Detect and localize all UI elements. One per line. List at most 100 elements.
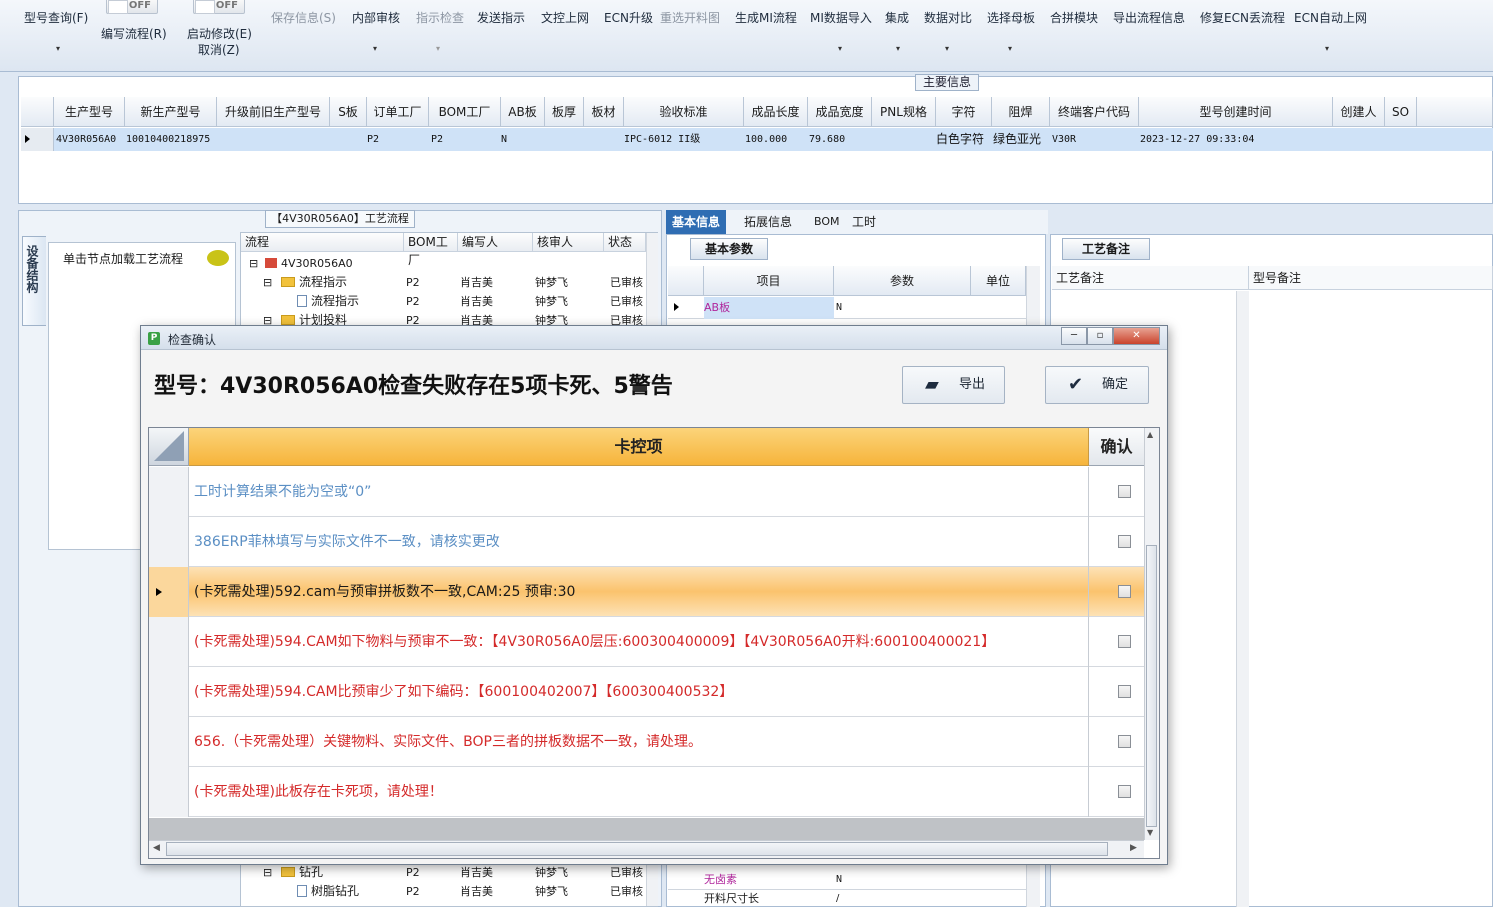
table-row[interactable]: 无卤素 N (668, 870, 1026, 890)
ecn-upgrade-button[interactable]: ECN升级 (604, 9, 653, 26)
col-creator[interactable]: 创建人 (1333, 97, 1385, 127)
notes-scrollbar[interactable] (1236, 291, 1249, 907)
row-header[interactable] (149, 717, 189, 767)
chevron-down-icon[interactable]: ▾ (436, 44, 440, 53)
minimize-button[interactable]: ─ (1061, 327, 1087, 345)
table-row[interactable]: 开料尺寸长 / (668, 890, 1026, 907)
col-width[interactable]: 成品宽度 (808, 97, 872, 127)
scroll-right-icon[interactable]: ▶ (1130, 843, 1137, 853)
grid-corner[interactable] (668, 266, 704, 296)
col-so[interactable]: SO (1385, 97, 1417, 127)
confirm-checkbox[interactable] (1118, 685, 1131, 698)
chevron-down-icon[interactable]: ▾ (1008, 44, 1012, 53)
confirm-button[interactable]: ✔ 确定 (1045, 366, 1149, 404)
col-pnl[interactable]: PNL规格 (872, 97, 936, 127)
integrate-button[interactable]: 集成 (885, 9, 909, 26)
col-customer[interactable]: 终端客户代码 (1050, 97, 1139, 127)
chevron-down-icon[interactable]: ▾ (838, 44, 842, 53)
data-compare-button[interactable]: 数据对比 (924, 9, 972, 26)
tree-col-flow[interactable]: 流程 (241, 233, 404, 252)
tree-col-bom[interactable]: BOM工厂 (404, 233, 458, 267)
col-check-item[interactable]: 卡控项 (189, 428, 1089, 466)
table-row[interactable]: (卡死需处理)594.CAM比预审少了如下编码：【600100402007】【6… (149, 667, 1144, 717)
table-row[interactable]: 386ERP菲林填写与实际文件不一致，请核实更改 (149, 517, 1144, 567)
chevron-down-icon[interactable]: ▾ (373, 44, 377, 53)
start-edit-toggle[interactable]: OFF (193, 0, 245, 14)
confirm-checkbox[interactable] (1118, 785, 1131, 798)
row-header[interactable] (149, 767, 189, 817)
tree-col-writer[interactable]: 编写人 (458, 233, 533, 252)
fix-ecn-lost-flow-button[interactable]: 修复ECN丢流程 (1200, 9, 1285, 26)
col-bom-factory[interactable]: BOM工厂 (429, 97, 501, 127)
col-char[interactable]: 字符 (936, 97, 992, 127)
table-row[interactable]: 工时计算结果不能为空或“0” (149, 467, 1144, 517)
col-item[interactable]: 项目 (704, 266, 834, 296)
tab-work-hours[interactable]: 工时 (846, 210, 882, 234)
row-header[interactable] (149, 467, 189, 517)
table-row[interactable]: AB板 N (668, 297, 1026, 319)
tree-col-reviewer[interactable]: 核审人 (533, 233, 604, 252)
col-solder[interactable]: 阻焊 (992, 97, 1050, 127)
col-created[interactable]: 型号创建时间 (1139, 97, 1333, 127)
confirm-checkbox[interactable] (1118, 585, 1131, 598)
vertical-scroll-thumb[interactable] (1146, 545, 1157, 827)
tab-device-structure[interactable]: 设备结构 (22, 236, 46, 326)
export-flow-info-button[interactable]: 导出流程信息 (1113, 9, 1185, 26)
confirm-checkbox[interactable] (1118, 635, 1131, 648)
confirm-checkbox[interactable] (1118, 735, 1131, 748)
tree-row[interactable]: ⊟ 钻孔 P2 肖吉美 钟梦飞 已审核 (241, 863, 646, 882)
chevron-down-icon[interactable]: ▾ (56, 44, 60, 53)
tab-bom[interactable]: BOM (808, 210, 846, 234)
table-row[interactable]: 656.（卡死需处理）关键物料、实际文件、BOP三者的拼板数据不一致，请处理。 (149, 717, 1144, 767)
tab-basic-info[interactable]: 基本信息 (666, 210, 727, 234)
tree-row[interactable]: 树脂钻孔 P2 肖吉美 钟梦飞 已审核 (241, 882, 646, 901)
confirm-checkbox[interactable] (1118, 485, 1131, 498)
table-row[interactable]: (卡死需处理)594.CAM如下物料与预审不一致：【4V30R056A0层压:6… (149, 617, 1144, 667)
tab-extended-info[interactable]: 拓展信息 (738, 210, 798, 234)
row-header[interactable] (149, 567, 189, 617)
col-process-note[interactable]: 工艺备注 (1052, 266, 1249, 290)
confirm-checkbox[interactable] (1118, 535, 1131, 548)
send-indicator-button[interactable]: 发送指示 (477, 9, 525, 26)
export-button[interactable]: ▰ 导出 (902, 366, 1005, 404)
row-header[interactable] (149, 517, 189, 567)
col-confirm[interactable]: 确认 (1089, 428, 1144, 466)
col-length[interactable]: 成品长度 (744, 97, 808, 127)
maximize-button[interactable]: ▫ (1087, 327, 1113, 345)
scroll-left-icon[interactable]: ◀ (153, 843, 160, 853)
tree-col-status[interactable]: 状态 (604, 233, 646, 252)
col-unit[interactable]: 单位 (971, 266, 1026, 296)
merge-module-button[interactable]: 合拼模块 (1050, 9, 1098, 26)
col-prod-model[interactable]: 生产型号 (54, 97, 125, 127)
table-row[interactable]: (卡死需处理)此板存在卡死项，请处理！ (149, 767, 1144, 817)
col-material[interactable]: 板材 (584, 97, 624, 127)
col-param[interactable]: 参数 (834, 266, 971, 296)
tree-row[interactable]: ⊟ 流程指示 P2 肖吉美 钟梦飞 已审核 (241, 273, 646, 292)
write-flow-toggle[interactable]: OFF (106, 0, 158, 14)
close-button[interactable]: ✕ (1113, 327, 1160, 345)
col-model-note[interactable]: 型号备注 (1249, 266, 1493, 290)
horizontal-scroll-thumb[interactable] (166, 842, 1108, 856)
table-row-selected[interactable]: (卡死需处理)592.cam与预审拼板数不一致,CAM:25 预审:30 (149, 567, 1144, 617)
save-info-button[interactable]: 保存信息(S) (271, 9, 336, 26)
mi-import-button[interactable]: MI数据导入 (810, 9, 872, 26)
chevron-down-icon[interactable]: ▾ (896, 44, 900, 53)
col-order-factory[interactable]: 订单工厂 (367, 97, 429, 127)
row-selector[interactable] (21, 128, 54, 151)
collapse-icon[interactable]: ⊟ (249, 254, 258, 273)
row-header[interactable] (149, 617, 189, 667)
internal-review-button[interactable]: 内部审核 (352, 9, 400, 26)
collapse-icon[interactable]: ⊟ (263, 273, 272, 292)
generate-mi-button[interactable]: 生成MI流程 (735, 9, 797, 26)
grid-corner[interactable] (21, 97, 54, 127)
tree-row[interactable]: ⊟ 4V30R056A0 (241, 254, 646, 273)
collapse-icon[interactable]: ⊟ (263, 863, 272, 882)
select-mother-board-button[interactable]: 选择母板 (987, 9, 1035, 26)
upload-doc-button[interactable]: 文控上网 (541, 9, 589, 26)
cancel-button[interactable]: 取消(Z) (198, 41, 240, 58)
tree-row[interactable]: 流程指示 P2 肖吉美 钟梦飞 已审核 (241, 292, 646, 311)
col-s-board[interactable]: S板 (330, 97, 367, 127)
col-old-model[interactable]: 升级前旧生产型号 (217, 97, 330, 127)
indicator-check-button[interactable]: 指示检查 (416, 9, 464, 26)
grid-corner[interactable] (149, 428, 189, 466)
